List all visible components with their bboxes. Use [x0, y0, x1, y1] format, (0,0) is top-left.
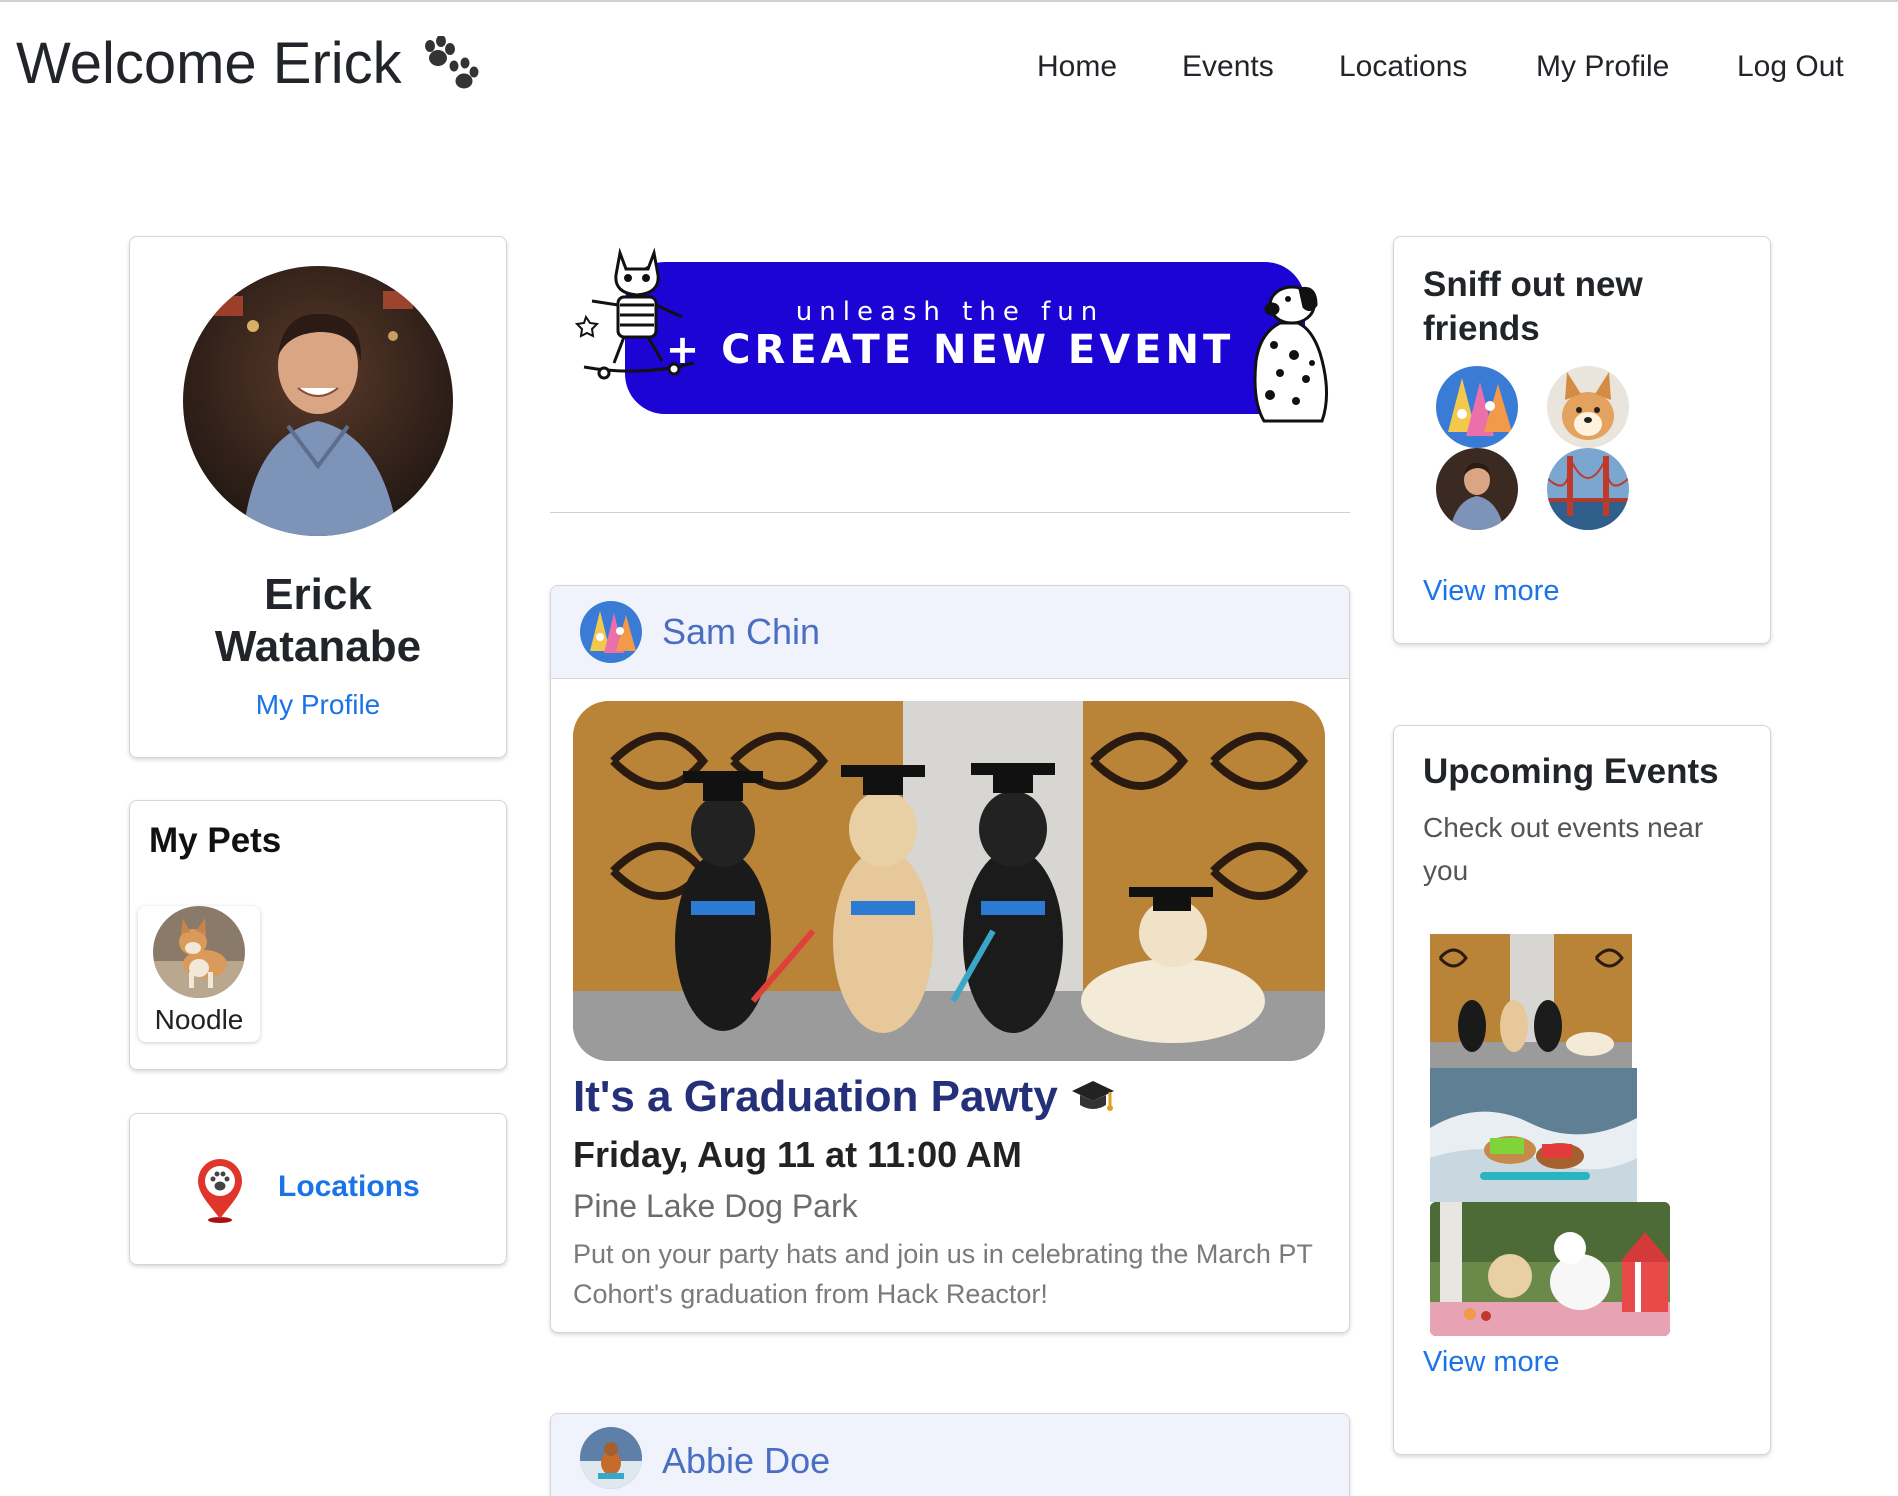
friend-avatar[interactable] — [1547, 448, 1629, 530]
location-pin-icon — [194, 1157, 246, 1223]
post-header: Sam Chin — [551, 586, 1349, 679]
nav-log-out[interactable]: Log Out — [1737, 50, 1844, 84]
main-nav: Home Events Locations My Profile Log Out — [0, 50, 1898, 90]
profile-card: Erick Watanabe My Profile — [129, 236, 507, 758]
post-header: Abbie Doe — [551, 1414, 1349, 1496]
locations-card-label: Locations — [278, 1170, 420, 1203]
nav-locations[interactable]: Locations — [1339, 50, 1467, 84]
event-title[interactable]: It's a Graduation Pawty — [573, 1072, 1116, 1122]
profile-avatar[interactable] — [183, 266, 453, 536]
feed-divider — [550, 512, 1350, 513]
friend-avatar[interactable] — [1547, 366, 1629, 448]
sniff-friends-card: Sniff out new friends View more — [1393, 236, 1771, 644]
pet-name: Noodle — [154, 1004, 244, 1035]
upcoming-subtitle: Check out events near you — [1423, 812, 1704, 886]
event-image[interactable] — [573, 701, 1325, 1061]
my-profile-link[interactable]: My Profile — [130, 689, 506, 721]
friends-view-more-link[interactable]: View more — [1423, 575, 1559, 608]
event-post: Sam Chin It's a Graduation Pawty Friday,… — [550, 585, 1350, 1333]
upcoming-view-more-link[interactable]: View more — [1423, 1346, 1559, 1379]
create-event-subtitle: unleash the fun — [795, 297, 1105, 327]
event-location: Pine Lake Dog Park — [573, 1188, 858, 1224]
event-title-text: It's a Graduation Pawty — [573, 1072, 1058, 1121]
upcoming-events-card: Upcoming Events Check out events near yo… — [1393, 725, 1771, 1455]
post-author[interactable]: Sam Chin — [662, 611, 820, 653]
graduation-cap-icon — [1070, 1077, 1116, 1117]
upcoming-event-thumbnail[interactable] — [1430, 1068, 1637, 1202]
author-avatar[interactable] — [580, 1427, 642, 1489]
event-description: Put on your party hats and join us in ce… — [573, 1239, 1313, 1309]
event-post: Abbie Doe — [550, 1413, 1350, 1496]
create-event-button[interactable]: unleash the fun + CREATE NEW EVENT — [570, 245, 1330, 425]
upcoming-title: Upcoming Events — [1423, 752, 1719, 791]
nav-events[interactable]: Events — [1182, 50, 1274, 84]
locations-card[interactable]: Locations — [129, 1113, 507, 1265]
upcoming-event-thumbnail[interactable] — [1430, 1202, 1670, 1336]
pet-tile[interactable]: Noodle — [138, 906, 260, 1042]
author-avatar[interactable] — [580, 601, 642, 663]
nav-my-profile[interactable]: My Profile — [1536, 50, 1669, 84]
my-pets-card: My Pets Noodle — [129, 800, 507, 1070]
friend-avatar[interactable] — [1436, 448, 1518, 530]
my-pets-title: My Pets — [149, 821, 282, 860]
create-event-label: + CREATE NEW EVENT — [665, 327, 1235, 373]
upcoming-event-thumbnail[interactable] — [1430, 934, 1632, 1068]
friend-avatar[interactable] — [1436, 366, 1518, 448]
pet-avatar — [153, 906, 245, 998]
nav-home[interactable]: Home — [1037, 50, 1117, 84]
event-date: Friday, Aug 11 at 11:00 AM — [573, 1134, 1022, 1175]
profile-name: Erick Watanabe — [214, 570, 422, 671]
friends-title: Sniff out new friends — [1423, 265, 1643, 348]
top-border — [0, 0, 1898, 5]
post-author[interactable]: Abbie Doe — [662, 1440, 830, 1482]
